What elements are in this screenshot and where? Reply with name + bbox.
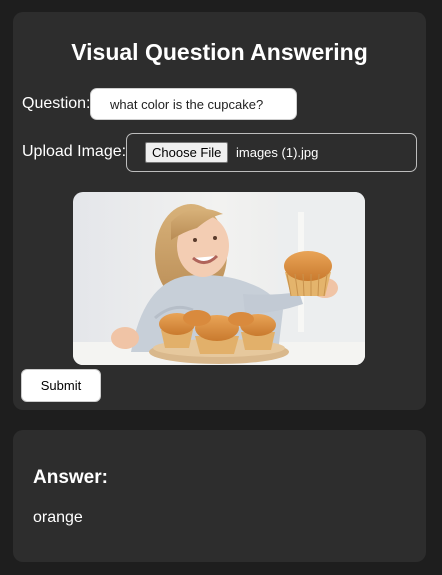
submit-button[interactable]: Submit	[21, 369, 101, 402]
answer-card: Answer: orange	[13, 430, 426, 562]
question-input[interactable]	[90, 88, 297, 120]
page-title: Visual Question Answering	[71, 39, 368, 65]
answer-text: orange	[33, 509, 83, 526]
file-input[interactable]: Choose File images (1).jpg	[126, 133, 417, 172]
selected-file-name: images (1).jpg	[236, 145, 319, 160]
choose-file-button[interactable]: Choose File	[145, 142, 229, 163]
upload-image-label: Upload Image:	[22, 143, 127, 160]
answer-heading: Answer:	[33, 467, 108, 488]
question-label: Question:	[22, 95, 91, 112]
uploaded-image-preview	[73, 192, 365, 365]
vqa-form-card: Visual Question Answering Question: Uplo…	[13, 12, 426, 410]
